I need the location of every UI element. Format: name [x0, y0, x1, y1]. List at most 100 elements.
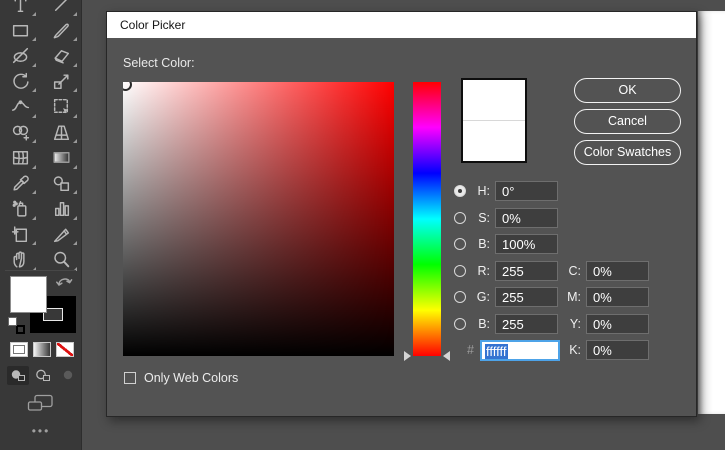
g-field[interactable]: 255	[495, 287, 558, 307]
flyout-indicator	[31, 241, 36, 246]
hue-slider[interactable]	[404, 82, 450, 361]
illustrator-app: ••• Color Picker Select Color: OK Cancel…	[0, 0, 725, 450]
flyout-indicator	[72, 241, 77, 246]
current-color-swatch	[463, 120, 525, 161]
none-button[interactable]	[56, 342, 74, 357]
flyout-indicator	[31, 215, 36, 220]
hex-field[interactable]: ffffff	[480, 339, 560, 361]
ok-button[interactable]: OK	[574, 78, 681, 103]
shape-builder-tool[interactable]	[8, 120, 36, 144]
h-label: H:	[477, 184, 491, 198]
hand-tool[interactable]	[8, 248, 36, 272]
b2-radio[interactable]	[454, 317, 466, 330]
only-web-colors-label: Only Web Colors	[144, 371, 239, 385]
hue-slider-arrow-right[interactable]	[443, 351, 450, 361]
mesh-tool[interactable]	[8, 146, 36, 170]
color-preview-swatch	[461, 78, 527, 163]
m-field[interactable]: 0%	[586, 287, 649, 307]
select-color-label: Select Color:	[123, 56, 195, 70]
change-screen-mode-icon[interactable]	[27, 394, 54, 417]
color-swatches-button[interactable]: Color Swatches	[574, 140, 681, 165]
c-row: C: 0%	[563, 260, 649, 281]
line-segment-icon	[54, 0, 68, 12]
artboard-canvas	[698, 11, 725, 414]
dialog-titlebar[interactable]: Color Picker	[107, 12, 696, 38]
flyout-indicator	[31, 62, 36, 67]
gradient-icon	[53, 152, 70, 164]
c-field[interactable]: 0%	[586, 260, 649, 281]
only-web-colors-checkbox[interactable]	[124, 372, 136, 384]
slice-icon	[53, 228, 70, 242]
dialog-title: Color Picker	[120, 18, 186, 32]
symbol-sprayer-tool[interactable]	[8, 197, 36, 221]
slice-tool[interactable]	[49, 222, 77, 246]
default-fill-stroke-icon[interactable]	[8, 317, 25, 334]
blend-tool[interactable]	[49, 171, 77, 195]
perspective-grid-tool[interactable]	[49, 120, 77, 144]
flyout-indicator	[31, 37, 36, 42]
eyedropper-icon	[13, 175, 29, 191]
hand-icon	[13, 251, 25, 268]
b2-label: B:	[478, 316, 490, 331]
shaper-tool[interactable]	[8, 44, 36, 68]
rotate-tool[interactable]	[8, 69, 36, 93]
tools-panel: •••	[0, 0, 82, 450]
edit-toolbar-ellipsis[interactable]: •••	[0, 424, 81, 438]
draw-behind-button[interactable]	[32, 366, 54, 385]
s-label: S:	[478, 210, 490, 225]
y-row: Y: 0%	[563, 313, 649, 334]
swap-fill-stroke-icon[interactable]	[56, 272, 73, 293]
draw-inside-button	[57, 366, 79, 385]
g-radio[interactable]	[454, 291, 466, 303]
type-tool[interactable]	[8, 0, 36, 17]
scale-tool[interactable]	[49, 69, 77, 93]
tool-grid	[0, 0, 81, 273]
b2-field[interactable]: 255	[495, 313, 558, 334]
flyout-indicator	[31, 11, 36, 16]
flyout-indicator	[72, 190, 77, 195]
artboard-tool[interactable]	[8, 222, 36, 246]
line-segment-tool[interactable]	[49, 0, 77, 17]
paintbrush-tool[interactable]	[49, 18, 77, 42]
h-radio[interactable]	[454, 185, 466, 197]
column-graph-tool[interactable]	[49, 197, 77, 221]
flyout-indicator	[31, 190, 36, 195]
hue-slider-arrow-left[interactable]	[404, 351, 411, 361]
cancel-button[interactable]: Cancel	[574, 109, 681, 134]
gradient-button[interactable]	[33, 342, 51, 357]
hex-selected-text: ffffff	[485, 343, 508, 359]
flyout-indicator	[72, 215, 77, 220]
r-radio[interactable]	[454, 264, 466, 277]
free-transform-tool[interactable]	[49, 95, 77, 119]
toolbar-separator	[5, 270, 76, 271]
column-graph-icon	[54, 202, 70, 217]
h-field[interactable]: 0°	[495, 181, 558, 201]
k-field[interactable]: 0%	[586, 340, 649, 360]
perspective-grid-icon	[53, 125, 70, 140]
mesh-icon	[12, 151, 29, 165]
r-field[interactable]: 255	[495, 260, 558, 281]
color-field-marker[interactable]	[123, 82, 132, 91]
b-field[interactable]: 100%	[495, 234, 558, 254]
b-label: B:	[478, 237, 490, 251]
zoom-tool[interactable]	[49, 248, 77, 272]
eraser-tool[interactable]	[49, 44, 77, 68]
y-field[interactable]: 0%	[586, 313, 649, 334]
flyout-indicator	[72, 88, 77, 93]
fill-swatch[interactable]	[10, 276, 47, 313]
rectangle-tool[interactable]	[8, 18, 36, 42]
flyout-indicator	[72, 37, 77, 42]
symbol-sprayer-icon	[12, 200, 27, 217]
h-row: H: 0°	[454, 181, 558, 201]
width-tool[interactable]	[8, 95, 36, 119]
s-field[interactable]: 0%	[495, 207, 558, 228]
artboard-icon	[11, 226, 28, 242]
gradient-tool[interactable]	[49, 146, 77, 170]
b-radio[interactable]	[454, 238, 466, 250]
saturation-brightness-field[interactable]	[123, 82, 394, 356]
flyout-indicator	[72, 139, 77, 144]
s-radio[interactable]	[454, 211, 466, 224]
eyedropper-tool[interactable]	[8, 171, 36, 195]
draw-normal-button[interactable]	[7, 366, 29, 385]
color-button[interactable]	[10, 342, 28, 357]
